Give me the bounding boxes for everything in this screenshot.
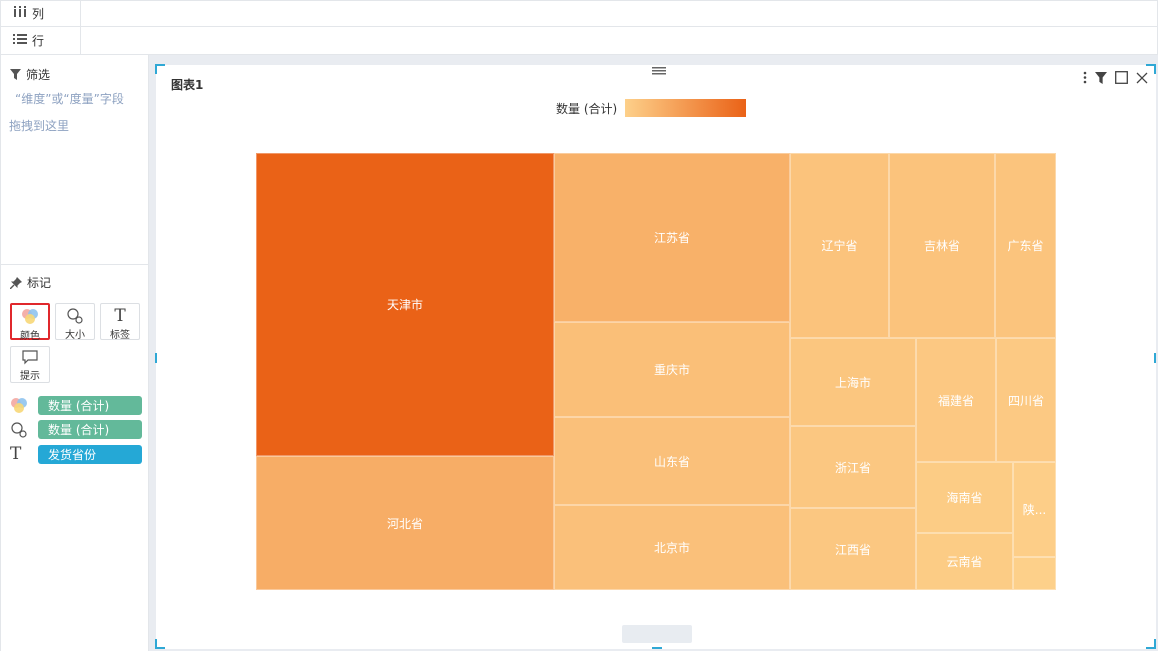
maximize-icon[interactable] — [1115, 71, 1128, 84]
filter-hint: “维度”或“度量”字段 — [15, 92, 124, 106]
treemap-tile[interactable]: 广东省 — [995, 153, 1056, 338]
size-mark-button[interactable]: 大小 — [55, 303, 95, 341]
treemap-chart[interactable]: 天津市河北省 江苏省重庆市山东省北京市 辽宁省 吉林省 广东省上海市福建省 四川省浙江省海… — [256, 153, 1056, 590]
treemap-tile[interactable]: 海南省 — [916, 462, 1013, 533]
label-dimension-pill[interactable]: 发货省份 — [38, 444, 142, 464]
chart-title: 图表1 — [171, 78, 204, 92]
treemap-tile-label: 浙江省 — [834, 460, 871, 475]
treemap-tile-label: 云南省 — [946, 555, 983, 569]
close-icon[interactable] — [1136, 72, 1148, 84]
size-measure-pill[interactable]: 数量 (合计) — [38, 420, 142, 439]
size-mark-label: 大小 — [65, 330, 85, 341]
legend-title: 数量 (合计) — [556, 101, 618, 116]
rows-shelf-label: 行 — [1, 27, 81, 54]
bottom-scroll-handle[interactable] — [622, 625, 692, 643]
treemap-tile-label: 广东省 — [1007, 239, 1044, 253]
text-icon: T — [10, 444, 22, 464]
tooltip-icon — [22, 350, 38, 365]
label-mark-button[interactable]: T 标签 — [100, 303, 140, 341]
treemap-tile-label: 江苏省 — [653, 231, 690, 245]
color-mark-button[interactable]: 颜色 — [10, 303, 50, 342]
label-pill-row: T 发货省份 — [10, 444, 142, 464]
tooltip-mark-button[interactable]: 提示 — [10, 346, 50, 383]
treemap-tile-label: 吉林省 — [923, 239, 960, 253]
color-legend: 数量 (合计) — [556, 99, 747, 117]
treemap-tile[interactable]: 江西省 — [790, 508, 916, 590]
treemap-tile[interactable]: 浙江省 — [790, 426, 916, 508]
resize-handle-tr-h[interactable] — [1146, 64, 1156, 66]
pin-icon — [10, 276, 22, 289]
size-icon — [10, 421, 30, 438]
columns-shelf[interactable]: 列 — [0, 0, 1158, 27]
treemap-tile-label: 福建省 — [937, 393, 974, 408]
treemap-tile-label: 四川省 — [1007, 393, 1044, 408]
treemap-tile[interactable]: 福建省 — [916, 338, 996, 462]
marks-title: 标记 — [10, 274, 51, 291]
treemap-tile-label: 上海市 — [834, 375, 871, 390]
color-pill-row: 数量 (合计) — [10, 396, 142, 415]
treemap-tile-label: 陕... — [1022, 503, 1047, 517]
treemap-tile[interactable]: 山东省 — [554, 417, 790, 505]
treemap-tile[interactable]: 上海市 — [790, 338, 916, 426]
filter-icon[interactable] — [1095, 71, 1107, 84]
legend-gradient-bar — [625, 99, 747, 117]
drag-handle-icon[interactable] — [652, 67, 666, 75]
treemap-tile-label: 天津市 — [386, 298, 423, 312]
treemap-tile-label: 北京市 — [653, 541, 690, 555]
resize-handle-bl-h[interactable] — [155, 647, 165, 649]
treemap-tile[interactable] — [1013, 557, 1056, 590]
filter-section[interactable]: 筛选 “维度”或“度量”字段 拖拽到这里 — [1, 55, 149, 265]
color-icon — [21, 308, 39, 325]
treemap-tile-label: 辽宁省 — [821, 239, 858, 253]
treemap-tile[interactable]: 陕... — [1013, 462, 1056, 557]
columns-shelf-label: 列 — [1, 1, 81, 26]
rows-label: 行 — [32, 34, 45, 48]
resize-handle-bottom[interactable] — [652, 647, 662, 649]
treemap-tile[interactable]: 江苏省 — [554, 153, 790, 322]
color-mark-label: 颜色 — [20, 331, 40, 342]
color-icon — [10, 397, 30, 414]
treemap-tile[interactable]: 辽宁省 — [790, 153, 889, 338]
left-panel: 筛选 “维度”或“度量”字段 拖拽到这里 标记 颜色 大小 T 标签 提示 数量… — [0, 55, 149, 651]
label-mark-label: 标签 — [110, 330, 130, 341]
size-icon — [66, 307, 84, 324]
filter-title-text: 筛选 — [26, 68, 51, 82]
treemap-tile[interactable]: 吉林省 — [889, 153, 995, 338]
resize-handle-br-h[interactable] — [1146, 647, 1156, 649]
treemap-tile[interactable]: 河北省 — [256, 456, 554, 590]
chart-card[interactable]: 图表1 数量 (合计) 天津市河北省 江苏省重庆市山东省北京市 辽宁省 吉林省 广东省上… — [156, 65, 1156, 649]
resize-handle-tl-h[interactable] — [155, 64, 165, 66]
rows-shelf[interactable]: 行 — [0, 27, 1158, 55]
treemap-tile[interactable]: 云南省 — [916, 533, 1013, 590]
treemap-tile-label: 重庆市 — [653, 363, 690, 377]
rows-icon — [13, 33, 27, 49]
size-pill-row: 数量 (合计) — [10, 420, 142, 439]
columns-label: 列 — [32, 7, 45, 21]
treemap-tile[interactable]: 重庆市 — [554, 322, 790, 417]
treemap-tile-label: 山东省 — [653, 454, 690, 469]
filter-title: 筛选 — [10, 66, 50, 83]
treemap-tile-label: 江西省 — [834, 542, 871, 557]
color-measure-pill[interactable]: 数量 (合计) — [38, 396, 142, 415]
treemap-tile-label: 河北省 — [386, 516, 423, 531]
text-icon: T — [114, 305, 126, 326]
treemap-tile[interactable]: 四川省 — [996, 338, 1056, 462]
resize-handle-right[interactable] — [1154, 353, 1156, 363]
treemap-tile-label: 海南省 — [946, 491, 983, 505]
columns-icon — [13, 5, 27, 22]
tooltip-mark-label: 提示 — [20, 371, 40, 382]
resize-handle-left[interactable] — [155, 353, 157, 363]
treemap-tile[interactable]: 北京市 — [554, 505, 790, 590]
filter-icon — [10, 69, 21, 80]
filter-drop-hint: 拖拽到这里 — [9, 119, 70, 133]
chart-toolbar — [1083, 71, 1148, 84]
treemap-tile[interactable]: 天津市 — [256, 153, 554, 456]
marks-title-text: 标记 — [27, 276, 52, 290]
more-icon[interactable] — [1083, 71, 1087, 84]
